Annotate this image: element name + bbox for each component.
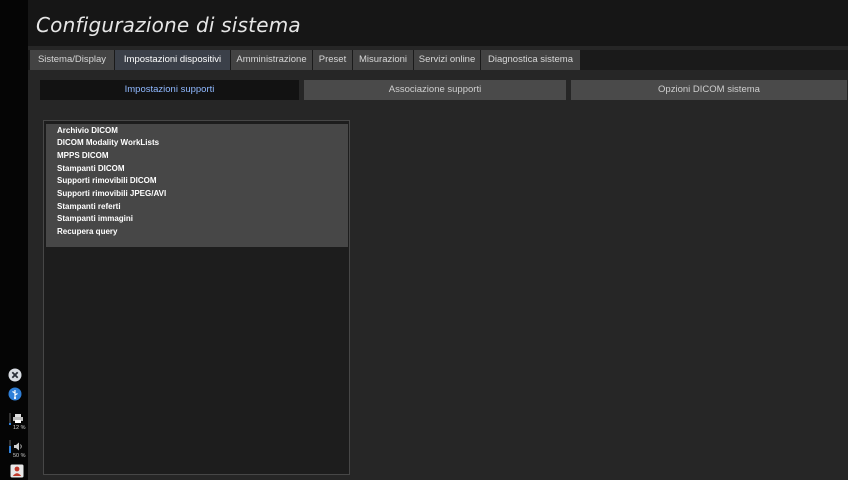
tab-bar-fill bbox=[580, 50, 848, 70]
printer-icon[interactable] bbox=[13, 414, 23, 423]
status-sidebar: 12 % 50 % bbox=[0, 0, 28, 480]
list-item-stampanti-immagini[interactable]: Stampanti immagini bbox=[57, 214, 133, 224]
list-item-supporti-rimovibili-jpeg-avi[interactable]: Supporti rimovibili JPEG/AVI bbox=[57, 189, 166, 199]
subtab-impostazioni-supporti[interactable]: Impostazioni supporti bbox=[40, 80, 299, 100]
printer-level-fill bbox=[9, 423, 11, 425]
tab-impostazioni-dispositivi[interactable]: Impostazioni dispositivi bbox=[115, 50, 230, 70]
usb-icon[interactable] bbox=[8, 387, 22, 401]
close-circle-icon[interactable] bbox=[8, 368, 22, 382]
speaker-icon[interactable] bbox=[13, 442, 23, 451]
list-item-supporti-rimovibili-dicom[interactable]: Supporti rimovibili DICOM bbox=[57, 176, 157, 186]
list-item-recupera-query[interactable]: Recupera query bbox=[57, 227, 117, 237]
tab-sistema-display[interactable]: Sistema/Display bbox=[30, 50, 114, 70]
subtab-opzioni-dicom-sistema[interactable]: Opzioni DICOM sistema bbox=[571, 80, 847, 100]
subtab-associazione-supporti[interactable]: Associazione supporti bbox=[304, 80, 566, 100]
list-item-mpps-dicom[interactable]: MPPS DICOM bbox=[57, 151, 109, 161]
list-item-stampanti-referti[interactable]: Stampanti referti bbox=[57, 202, 121, 212]
list-item-archivio-dicom[interactable]: Archivio DICOM bbox=[57, 126, 118, 136]
volume-level-label: 50 % bbox=[13, 453, 26, 459]
power-user-icon[interactable] bbox=[10, 464, 24, 478]
screen: 12 % 50 % Configurazione di sistema Sist… bbox=[0, 0, 848, 480]
title-bar: Configurazione di sistema bbox=[28, 0, 848, 46]
page-title: Configurazione di sistema bbox=[36, 13, 301, 37]
printer-level-label: 12 % bbox=[13, 425, 26, 431]
tab-diagnostica-sistema[interactable]: Diagnostica sistema bbox=[481, 50, 580, 70]
list-item-dicom-modality-worklists[interactable]: DICOM Modality WorkLists bbox=[57, 138, 159, 148]
tab-misurazioni[interactable]: Misurazioni bbox=[353, 50, 413, 70]
tab-bar: Sistema/Display Impostazioni dispositivi… bbox=[28, 50, 848, 70]
tab-amministrazione[interactable]: Amministrazione bbox=[231, 50, 312, 70]
printer-level-bar bbox=[9, 413, 11, 425]
volume-level-bar bbox=[9, 440, 11, 453]
tab-servizi-online[interactable]: Servizi online bbox=[414, 50, 480, 70]
list-item-stampanti-dicom[interactable]: Stampanti DICOM bbox=[57, 164, 125, 174]
tab-preset[interactable]: Preset bbox=[313, 50, 352, 70]
volume-level-fill bbox=[9, 446, 11, 453]
